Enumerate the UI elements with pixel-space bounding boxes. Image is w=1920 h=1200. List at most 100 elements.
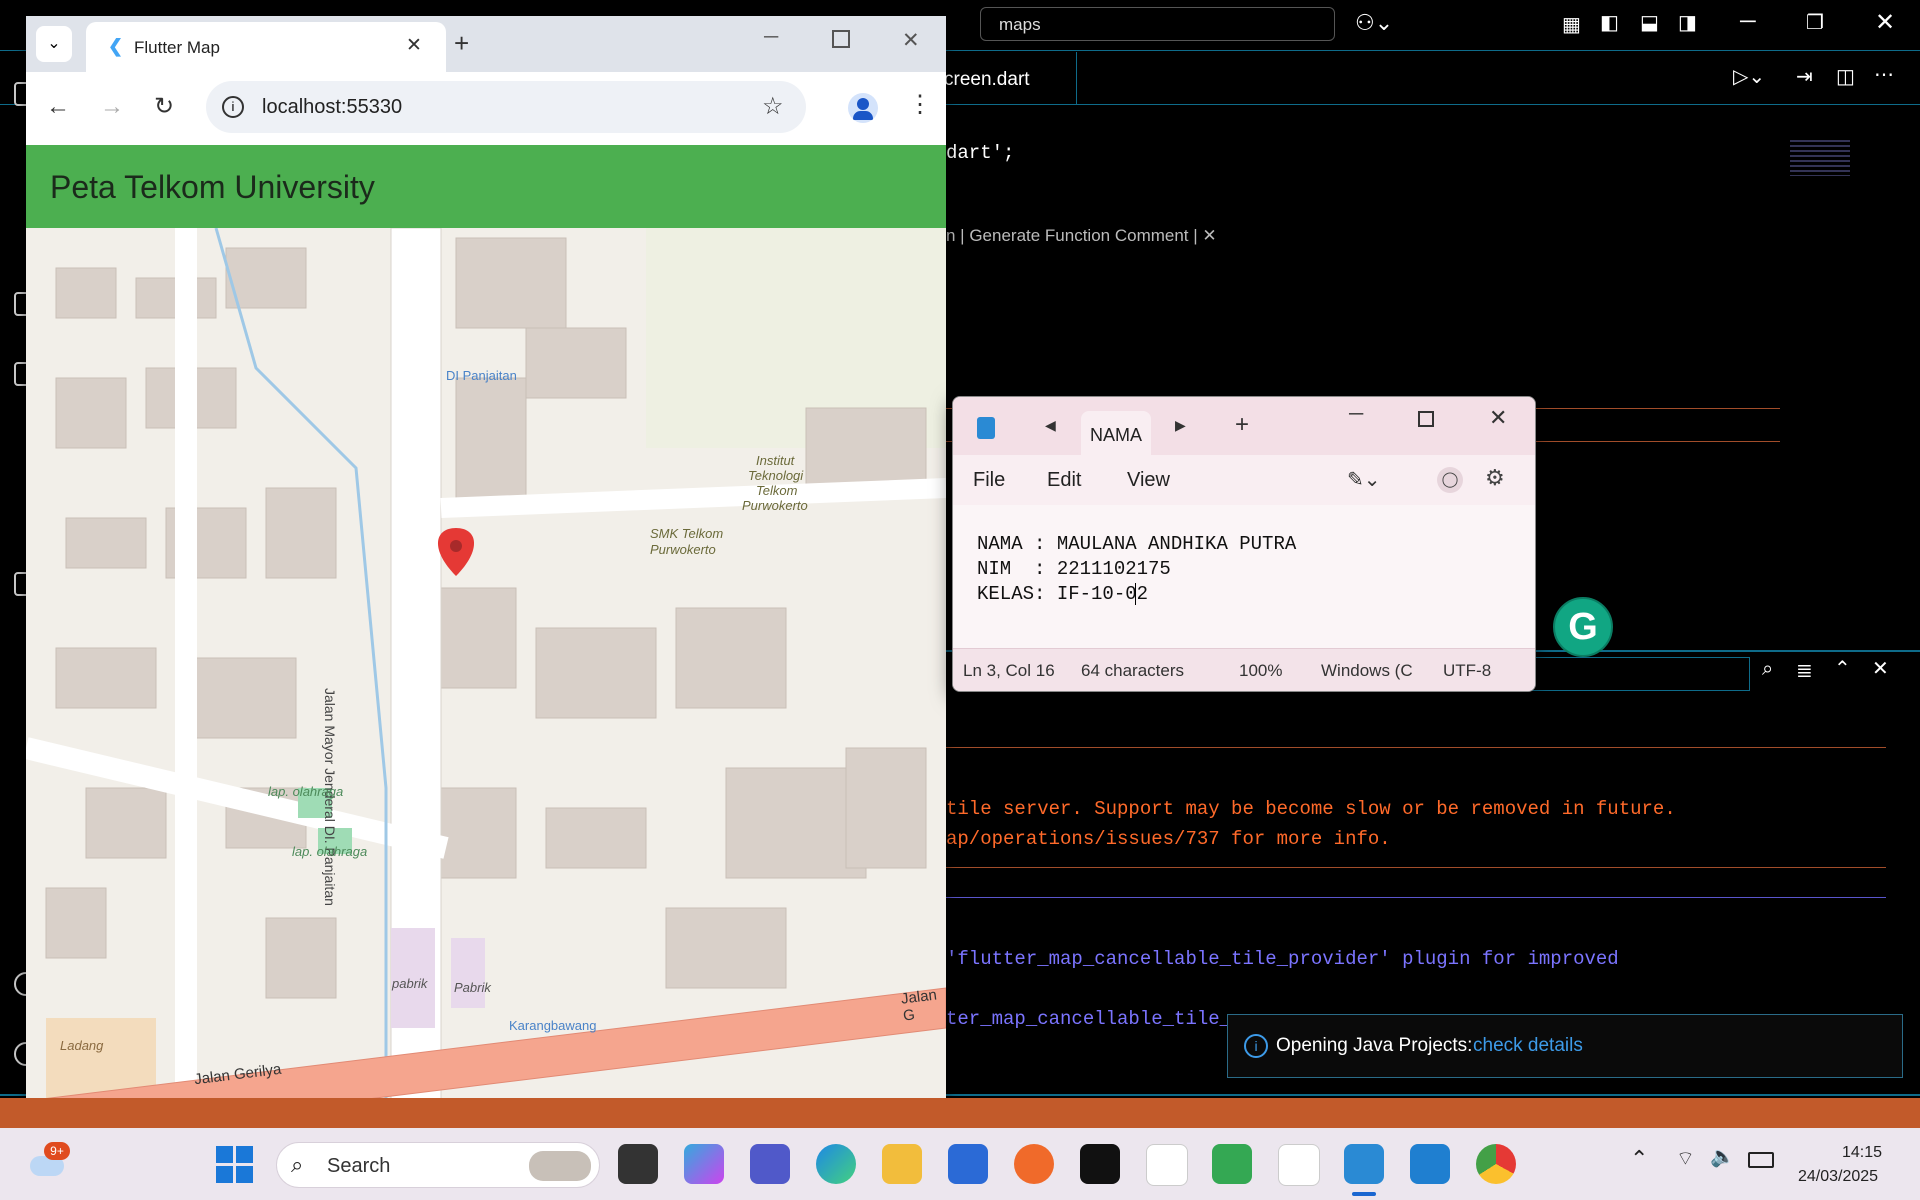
profile-avatar-icon[interactable] [848, 93, 878, 123]
tab-close-icon[interactable]: ✕ [406, 34, 422, 57]
open-changes-icon[interactable]: ⇥ [1796, 64, 1813, 89]
site-info-icon[interactable]: i [222, 96, 244, 118]
copilot-icon[interactable]: ⚇⌄ [1355, 10, 1393, 36]
new-tab-icon[interactable]: + [454, 28, 469, 59]
forward-icon[interactable]: → [100, 93, 124, 121]
check-details-link[interactable]: check details [1473, 1035, 1583, 1057]
notepad-icon[interactable] [1344, 1144, 1384, 1184]
toggle-sidebar-icon[interactable]: ◧ [1600, 10, 1619, 35]
minimize-icon[interactable]: ─ [764, 26, 778, 49]
notification-text: Opening Java Projects: [1276, 1035, 1473, 1056]
tab-search-chevron-icon[interactable]: ⌄ [36, 26, 72, 62]
map-canvas[interactable] [26, 228, 946, 1101]
chevron-up-icon[interactable]: ⌃ [1834, 656, 1851, 681]
filter-icon[interactable]: ≣ [1796, 658, 1813, 683]
menu-file[interactable]: File [973, 469, 1005, 492]
chrome-icon[interactable] [1476, 1144, 1516, 1184]
close-icon[interactable]: ✕ [1489, 405, 1507, 431]
maximize-icon[interactable] [1418, 411, 1434, 427]
tab-strip: ⌄ ❮ Flutter Map ✕ + ─ ✕ [26, 16, 946, 72]
notepad-statusbar: Ln 3, Col 16 64 characters 100% Windows … [953, 648, 1535, 691]
file-explorer-icon[interactable] [882, 1144, 922, 1184]
terminal-info-line: ter_map_cancellable_tile_ [946, 1008, 1232, 1030]
copilot-icon[interactable] [684, 1144, 724, 1184]
reload-icon[interactable]: ↻ [154, 92, 174, 121]
poi-label: SMK Telkom [650, 526, 724, 541]
page-title: Peta Telkom University [50, 169, 375, 205]
clock-time[interactable]: 14:15 [1842, 1144, 1882, 1162]
settings-gear-icon[interactable]: ⚙ [1485, 465, 1505, 491]
notification-toast: i Opening Java Projects: check details [1227, 1014, 1903, 1078]
battery-icon[interactable] [1748, 1152, 1774, 1168]
menu-view[interactable]: View [1127, 469, 1170, 492]
address-bar[interactable]: i localhost:55330 ☆ [206, 81, 806, 133]
notepad-tab[interactable]: NAMA [1081, 411, 1151, 455]
grammarly-icon[interactable]: G [1553, 597, 1613, 657]
new-tab-icon[interactable]: + [1235, 411, 1249, 439]
poi-label: Institut [756, 453, 795, 468]
dropbox-icon[interactable] [1080, 1144, 1120, 1184]
run-debug-icon[interactable]: ▷⌄ [1733, 64, 1765, 89]
microsoft-store-icon[interactable] [948, 1144, 988, 1184]
minimize-icon[interactable]: ─ [1349, 403, 1363, 426]
line-ending[interactable]: Windows (C [1321, 661, 1413, 681]
google-meet-icon[interactable] [1212, 1144, 1252, 1184]
divider [946, 867, 1886, 868]
poi-label: Purwokerto [650, 542, 716, 557]
chevron-up-icon[interactable]: ⌃ [1630, 1146, 1648, 1172]
poi-label: Purwokerto [742, 498, 808, 513]
codelens[interactable]: n | Generate Function Comment | ✕ [946, 226, 1217, 246]
more-actions-icon[interactable]: ⋯ [1874, 62, 1894, 87]
toggle-secondary-sidebar-icon[interactable]: ◨ [1678, 10, 1697, 35]
close-icon[interactable]: ✕ [902, 28, 920, 53]
copilot-rewrite-icon[interactable]: ✎⌄ [1347, 467, 1381, 492]
firefox-icon[interactable] [1014, 1144, 1054, 1184]
menu-kebab-icon[interactable]: ⋮ [908, 90, 932, 119]
menu-edit[interactable]: Edit [1047, 469, 1081, 492]
scroll-tabs-left-icon[interactable]: ◀ [1045, 417, 1056, 434]
notepad-menubar: File Edit View ✎⌄ ◯ ⚙ [953, 455, 1535, 505]
find-icon[interactable]: ⌕ [1762, 658, 1773, 681]
editor-line: KELAS: IF-10-02 [977, 583, 1149, 605]
divider [946, 747, 1886, 748]
close-icon[interactable]: ✕ [1875, 8, 1895, 37]
clock-date[interactable]: 24/03/2025 [1798, 1168, 1878, 1186]
toggle-panel-icon[interactable]: ⬓ [1640, 10, 1659, 35]
account-icon[interactable]: ◯ [1437, 467, 1463, 493]
edge-icon[interactable] [816, 1144, 856, 1184]
minimize-icon[interactable]: ─ [1740, 8, 1756, 34]
back-icon[interactable]: ← [46, 93, 70, 121]
divider [946, 897, 1886, 898]
character-count: 64 characters [1081, 661, 1184, 680]
zoom-level[interactable]: 100% [1239, 661, 1282, 681]
minimap[interactable] [1790, 140, 1850, 176]
weather-icon[interactable]: 9+ [30, 1142, 70, 1182]
restore-icon[interactable]: ❐ [1806, 10, 1824, 35]
wifi-icon[interactable]: ⌔ [1676, 1146, 1695, 1171]
taskbar-search[interactable]: ⌕ Search [276, 1142, 600, 1188]
browser-tab[interactable]: ❮ Flutter Map ✕ [86, 22, 446, 72]
vscode-icon[interactable] [1410, 1144, 1450, 1184]
split-editor-icon[interactable]: ◫ [1836, 64, 1855, 89]
chrome-window: ⌄ ❮ Flutter Map ✕ + ─ ✕ ← → ↻ i localhos… [26, 16, 946, 1101]
editor-tab[interactable]: creen.dart [940, 52, 1077, 104]
map-view[interactable]: DI Panjaitan Jalan Mayor Jenderal DI. Pa… [26, 228, 946, 1101]
close-panel-icon[interactable]: ✕ [1872, 656, 1889, 681]
volume-icon[interactable]: 🔈 [1710, 1144, 1735, 1169]
encoding[interactable]: UTF-8 [1443, 661, 1491, 681]
road-label: Jalan G [900, 986, 938, 1025]
flutter-logo-icon: ❮ [108, 36, 124, 56]
command-center-search[interactable]: maps [980, 7, 1335, 41]
bookmark-star-icon[interactable]: ☆ [762, 92, 784, 121]
amazon-icon[interactable] [1146, 1144, 1188, 1186]
android-studio-icon[interactable] [1278, 1144, 1320, 1186]
maximize-icon[interactable] [832, 30, 850, 48]
url-text: localhost:55330 [262, 96, 403, 118]
notepad-window: ◀ NAMA ▶ + ─ ✕ File Edit View ✎⌄ ◯ ⚙ NAM… [952, 396, 1536, 692]
layout-customize-icon[interactable]: ▦ [1562, 12, 1581, 37]
scroll-tabs-right-icon[interactable]: ▶ [1175, 417, 1186, 434]
weather-badge: 9+ [44, 1142, 70, 1160]
start-windows-icon[interactable] [216, 1146, 254, 1184]
teams-icon[interactable] [750, 1144, 790, 1184]
task-view-icon[interactable] [618, 1144, 658, 1184]
